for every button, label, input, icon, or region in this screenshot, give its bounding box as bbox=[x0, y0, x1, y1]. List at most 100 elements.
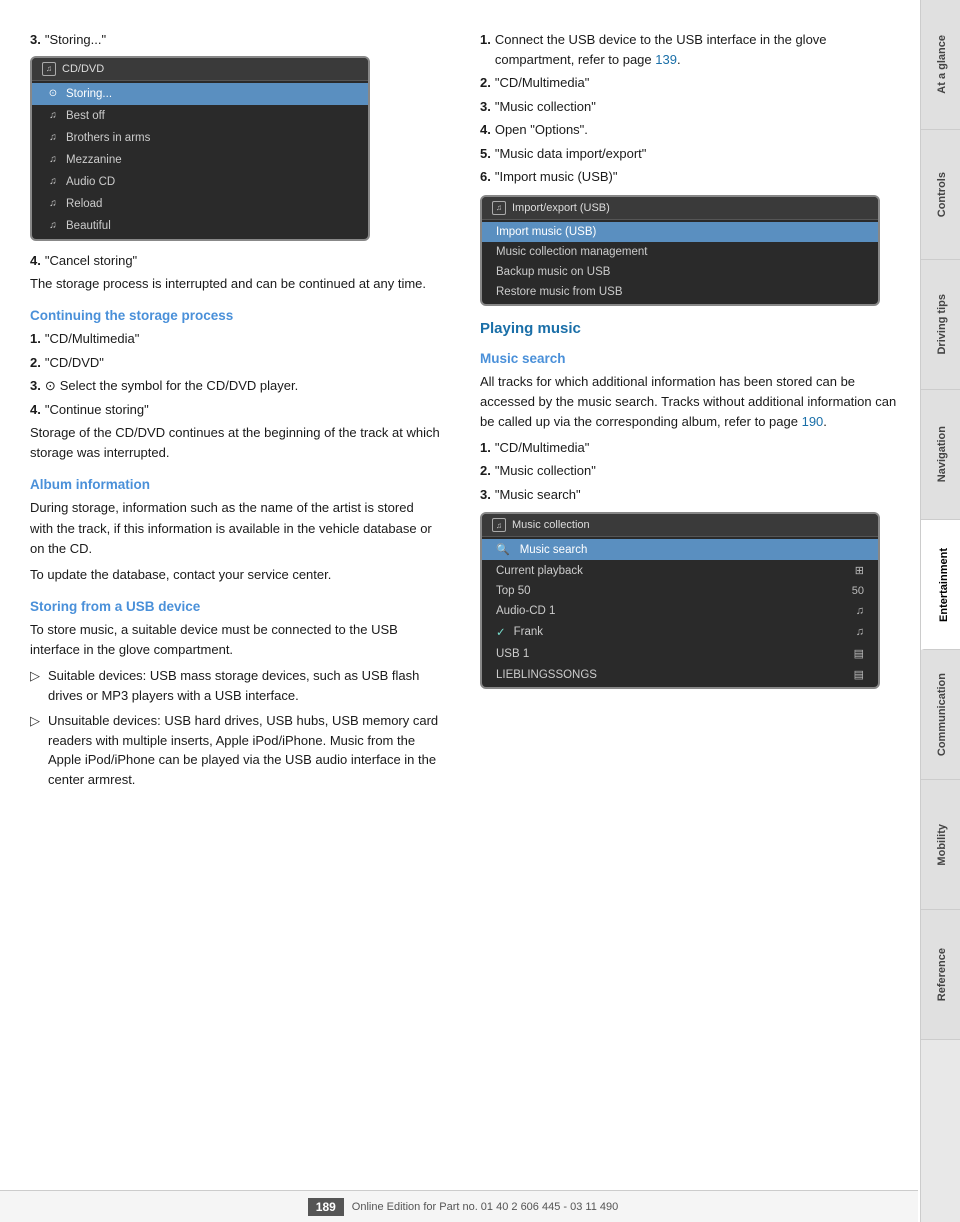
tab-reference[interactable]: Reference bbox=[921, 910, 960, 1040]
tab-at-a-glance[interactable]: At a glance bbox=[921, 0, 960, 130]
screen-row-brothers-icon: ♫ bbox=[46, 131, 60, 145]
continuing-step-3-num: 3. bbox=[30, 376, 41, 396]
tab-navigation-label: Navigation bbox=[936, 426, 948, 482]
screen-row-audiocd: ♫ Audio CD bbox=[32, 171, 368, 193]
screen-row-beautiful-label: Beautiful bbox=[66, 220, 111, 232]
right-column: 1. Connect the USB device to the USB int… bbox=[460, 20, 920, 1182]
screen-row-audiocd-label: Audio CD bbox=[66, 176, 115, 188]
music-row-lieblingssongs-right: ▤ bbox=[854, 668, 864, 681]
continuing-step-1-num: 1. bbox=[30, 329, 41, 349]
section-continuing-header: Continuing the storage process bbox=[30, 308, 440, 323]
import-step-6: 6. "Import music (USB)" bbox=[480, 167, 900, 187]
usb-screen-header: ♫ Import/export (USB) bbox=[482, 197, 878, 220]
screen-row-reload-icon: ♫ bbox=[46, 197, 60, 211]
usb-row-restore: Restore music from USB bbox=[482, 282, 878, 302]
music-row-frank-text: Frank bbox=[514, 626, 543, 638]
music-row-top50-text: Top 50 bbox=[496, 585, 531, 597]
tab-reference-label: Reference bbox=[936, 948, 948, 1001]
usb-row-backup-text: Backup music on USB bbox=[496, 266, 610, 278]
music-step-1-text: "CD/Multimedia" bbox=[495, 438, 589, 458]
link-190[interactable]: 190 bbox=[802, 414, 824, 429]
tab-entertainment[interactable]: Entertainment bbox=[921, 520, 960, 650]
screen-row-brothers-label: Brothers in arms bbox=[66, 132, 150, 144]
album-desc2: To update the database, contact your ser… bbox=[30, 565, 440, 585]
music-row-frank: ✓ Frank ♫ bbox=[482, 621, 878, 643]
music-row-search-highlighted: 🔍 Music search bbox=[482, 539, 878, 560]
music-screen-header: ♫ Music collection bbox=[482, 514, 878, 537]
continuing-step-4-num: 4. bbox=[30, 400, 41, 420]
cancel-desc: The storage process is interrupted and c… bbox=[30, 274, 440, 294]
music-step-2-text: "Music collection" bbox=[495, 461, 596, 481]
bullet-arrow-2: ▷ bbox=[30, 711, 44, 789]
usb-row-restore-text: Restore music from USB bbox=[496, 286, 623, 298]
usb-screen-title: Import/export (USB) bbox=[512, 202, 610, 214]
screen-storing-row-highlighted: ⊙ Storing... bbox=[32, 83, 368, 105]
search-icon: 🔍 bbox=[496, 543, 510, 556]
bullet-unsuitable-text: Unsuitable devices: USB hard drives, USB… bbox=[48, 711, 440, 789]
usb-row-backup: Backup music on USB bbox=[482, 262, 878, 282]
page-footer: 189 Online Edition for Part no. 01 40 2 … bbox=[0, 1190, 918, 1222]
page-container: 3. "Storing..." ♫ CD/DVD ⊙ Storing... ♫ … bbox=[0, 0, 960, 1222]
music-search-desc: All tracks for which additional informat… bbox=[480, 372, 900, 432]
tab-mobility[interactable]: Mobility bbox=[921, 780, 960, 910]
step-4-text: "Cancel storing" bbox=[45, 251, 137, 271]
import-step-4: 4. Open "Options". bbox=[480, 120, 900, 140]
music-step-1-num: 1. bbox=[480, 438, 491, 458]
music-row-lieblingssongs-text: LIEBLINGSSONGS bbox=[496, 669, 597, 681]
continuing-step-3: 3. ⊙ Select the symbol for the CD/DVD pl… bbox=[30, 376, 440, 396]
screen-storing-highlighted-text: Storing... bbox=[66, 88, 112, 100]
music-row-search-text: Music search bbox=[520, 544, 588, 556]
import-step-4-num: 4. bbox=[480, 120, 491, 140]
music-row-audiocd1: Audio-CD 1 ♫ bbox=[482, 601, 878, 621]
music-row-frank-right: ♫ bbox=[856, 626, 864, 638]
tab-navigation[interactable]: Navigation bbox=[921, 390, 960, 520]
usb-row-highlighted: Import music (USB) bbox=[482, 222, 878, 242]
import-step-2-num: 2. bbox=[480, 73, 491, 93]
screen-cd-icon: ♫ bbox=[42, 62, 56, 76]
section-music-search-header: Music search bbox=[480, 351, 900, 366]
usb-screen-icon: ♫ bbox=[492, 201, 506, 215]
music-row-audiocd1-text: Audio-CD 1 bbox=[496, 605, 555, 617]
usb-row-management: Music collection management bbox=[482, 242, 878, 262]
import-step-5-num: 5. bbox=[480, 144, 491, 164]
continuing-step-1-text: "CD/Multimedia" bbox=[45, 329, 139, 349]
continuing-step-1: 1. "CD/Multimedia" bbox=[30, 329, 440, 349]
screen-row-bestoff-label: Best off bbox=[66, 110, 105, 122]
music-screen-body: 🔍 Music search Current playback ⊞ Top 50… bbox=[482, 537, 878, 687]
continuing-step-3-text: Select the symbol for the CD/DVD player. bbox=[60, 376, 298, 396]
music-step-2: 2. "Music collection" bbox=[480, 461, 900, 481]
music-row-usb1-right: ▤ bbox=[854, 647, 864, 660]
screen-row-bestoff-icon: ♫ bbox=[46, 109, 60, 123]
link-139[interactable]: 139 bbox=[655, 52, 677, 67]
continuing-step-2-text: "CD/DVD" bbox=[45, 353, 104, 373]
screen-row-beautiful-icon: ♫ bbox=[46, 219, 60, 233]
screen-row-audiocd-icon: ♫ bbox=[46, 175, 60, 189]
music-row-usb1: USB 1 ▤ bbox=[482, 643, 878, 664]
import-step-5: 5. "Music data import/export" bbox=[480, 144, 900, 164]
tab-driving-tips[interactable]: Driving tips bbox=[921, 260, 960, 390]
import-step-3-num: 3. bbox=[480, 97, 491, 117]
music-row-top50: Top 50 50 bbox=[482, 581, 878, 601]
bullet-suitable-text: Suitable devices: USB mass storage devic… bbox=[48, 666, 440, 705]
music-screen-title: Music collection bbox=[512, 519, 590, 531]
music-row-current: Current playback ⊞ bbox=[482, 560, 878, 581]
usb-row-highlighted-text: Import music (USB) bbox=[496, 226, 596, 238]
bullet-arrow-1: ▷ bbox=[30, 666, 44, 705]
main-content: 3. "Storing..." ♫ CD/DVD ⊙ Storing... ♫ … bbox=[0, 0, 920, 1222]
tab-controls[interactable]: Controls bbox=[921, 130, 960, 260]
music-step-3: 3. "Music search" bbox=[480, 485, 900, 505]
section-playing-header: Playing music bbox=[480, 320, 900, 337]
screen-row-reload-label: Reload bbox=[66, 198, 102, 210]
import-step-3: 3. "Music collection" bbox=[480, 97, 900, 117]
import-step-6-text: "Import music (USB)" bbox=[495, 167, 618, 187]
music-row-current-text: Current playback bbox=[496, 565, 583, 577]
continuing-step-4-text: "Continue storing" bbox=[45, 400, 149, 420]
step-4-number: 4. bbox=[30, 251, 41, 271]
music-row-top50-right: 50 bbox=[852, 585, 864, 597]
tab-communication[interactable]: Communication bbox=[921, 650, 960, 780]
usb-desc: To store music, a suitable device must b… bbox=[30, 620, 440, 660]
storing-screen: ♫ CD/DVD ⊙ Storing... ♫ Best off ♫ Broth… bbox=[30, 56, 370, 241]
screen-row-mezzanine: ♫ Mezzanine bbox=[32, 149, 368, 171]
tab-entertainment-label: Entertainment bbox=[938, 548, 950, 622]
music-step-3-num: 3. bbox=[480, 485, 491, 505]
